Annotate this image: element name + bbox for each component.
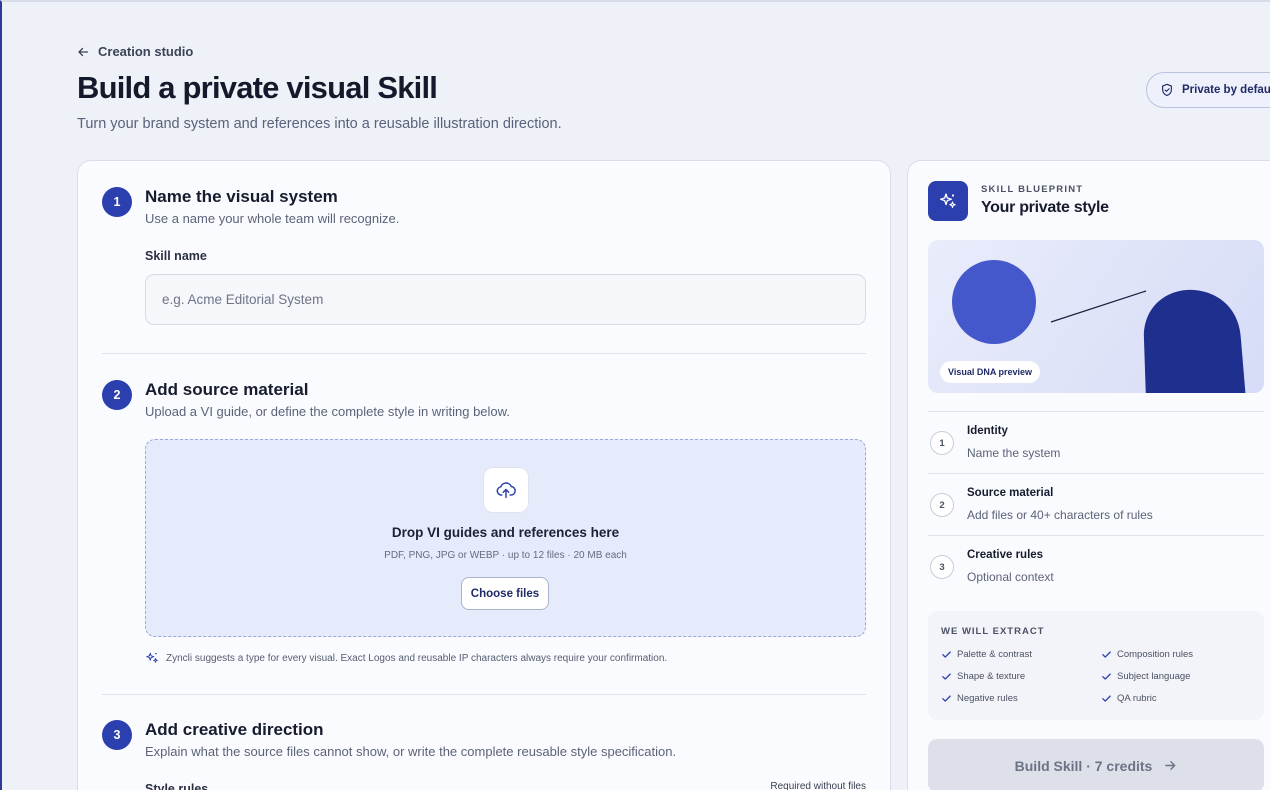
build-skill-button[interactable]: Build Skill · 7 credits	[928, 739, 1264, 790]
page-subtitle: Turn your brand system and references in…	[77, 116, 562, 132]
step-3-number: 3	[102, 720, 132, 750]
arrow-right-icon	[1165, 761, 1176, 770]
section-divider	[102, 694, 866, 695]
blueprint-step-number: 1	[930, 431, 954, 455]
type-suggestion-text: Zyncli suggests a type for every visual.…	[166, 652, 668, 664]
blueprint-step: 2 Source material Add files or 40+ chara…	[928, 473, 1264, 535]
page-title: Build a private visual Skill	[77, 70, 438, 105]
dropzone-hint: PDF, PNG, JPG or WEBP · up to 12 files ·…	[384, 550, 627, 561]
blueprint-step-title: Identity	[967, 425, 1008, 437]
step-1-number: 1	[102, 187, 132, 217]
back-link[interactable]: Creation studio	[77, 44, 193, 59]
shield-check-icon	[1162, 83, 1172, 97]
blueprint-step-description: Optional context	[967, 570, 1054, 584]
skill-name-label: Skill name	[145, 249, 207, 263]
section-divider	[102, 353, 866, 354]
step-3-description: Explain what the source files cannot sho…	[145, 744, 677, 759]
step-2-number: 2	[102, 380, 132, 410]
extract-item: Negative rules	[941, 693, 1018, 704]
upload-icon-box	[483, 467, 529, 513]
extract-item: Composition rules	[1101, 649, 1193, 660]
check-icon	[942, 695, 951, 702]
check-icon	[942, 651, 951, 658]
extract-item: QA rubric	[1101, 693, 1157, 704]
dropzone-title: Drop VI guides and references here	[391, 525, 620, 540]
required-note: Required without files	[770, 781, 866, 790]
blueprint-step-description: Name the system	[967, 446, 1061, 460]
type-suggestion-note: Zyncli suggests a type for every visual.…	[145, 651, 667, 665]
step-1-title: Name the visual system	[145, 187, 338, 206]
check-icon	[1102, 673, 1111, 680]
blueprint-step-description: Add files or 40+ characters of rules	[967, 508, 1153, 522]
blueprint-step: 3 Creative rules Optional context	[928, 535, 1264, 597]
check-icon	[1102, 695, 1111, 702]
blueprint-icon-box	[928, 181, 968, 221]
check-icon	[1102, 651, 1111, 658]
blueprint-title: Your private style	[981, 199, 1109, 216]
file-dropzone[interactable]: Drop VI guides and references here PDF, …	[145, 439, 866, 637]
extract-list: WE WILL EXTRACT Palette & contrast Compo…	[928, 611, 1264, 720]
preview-badge: Visual DNA preview	[940, 361, 1041, 383]
sparkles-icon	[940, 193, 956, 208]
step-1-description: Use a name your whole team will recogniz…	[145, 211, 400, 226]
blueprint-step-title: Creative rules	[967, 549, 1044, 561]
choose-files-button[interactable]: Choose files	[461, 577, 549, 610]
blueprint-step: 1 Identity Name the system	[928, 411, 1264, 473]
preview-arch	[1143, 289, 1246, 393]
blueprint-step-number: 2	[930, 493, 954, 517]
extract-item-label: Shape & texture	[957, 671, 1026, 682]
blueprint-step-number: 3	[930, 555, 954, 579]
sparkles-icon	[146, 652, 158, 663]
extract-item: Subject language	[1101, 671, 1190, 682]
skill-name-input[interactable]	[145, 274, 866, 325]
step-3-title: Add creative direction	[145, 720, 324, 739]
preview-circle	[952, 260, 1036, 344]
skill-blueprint-card: SKILL BLUEPRINT Your private style Visua…	[907, 160, 1270, 790]
blueprint-eyebrow: SKILL BLUEPRINT	[981, 184, 1084, 195]
privacy-badge-label: Private by default	[1182, 84, 1270, 96]
style-rules-label: Style rules	[145, 782, 209, 790]
extract-item-label: Palette & contrast	[957, 649, 1032, 660]
blueprint-step-title: Source material	[967, 487, 1054, 499]
back-link-label: Creation studio	[98, 44, 194, 59]
upload-cloud-icon	[496, 482, 516, 499]
privacy-badge: Private by default	[1146, 72, 1270, 108]
build-skill-label: Build Skill · 7 credits	[1014, 757, 1153, 774]
extract-item-label: Composition rules	[1117, 649, 1194, 660]
step-2-title: Add source material	[145, 380, 309, 399]
preview-line	[1050, 290, 1147, 323]
extract-item: Shape & texture	[941, 671, 1025, 682]
extract-item-label: Negative rules	[957, 693, 1018, 704]
step-2-description: Upload a VI guide, or define the complet…	[145, 404, 510, 419]
extract-item-label: QA rubric	[1117, 693, 1157, 704]
extract-title: WE WILL EXTRACT	[941, 626, 1045, 637]
extract-item-label: Subject language	[1117, 671, 1191, 682]
extract-item: Palette & contrast	[941, 649, 1032, 660]
arrow-left-icon	[78, 47, 89, 56]
check-icon	[942, 673, 951, 680]
visual-dna-preview: Visual DNA preview	[928, 240, 1264, 393]
skill-form-card: 1 Name the visual system Use a name your…	[77, 160, 891, 790]
